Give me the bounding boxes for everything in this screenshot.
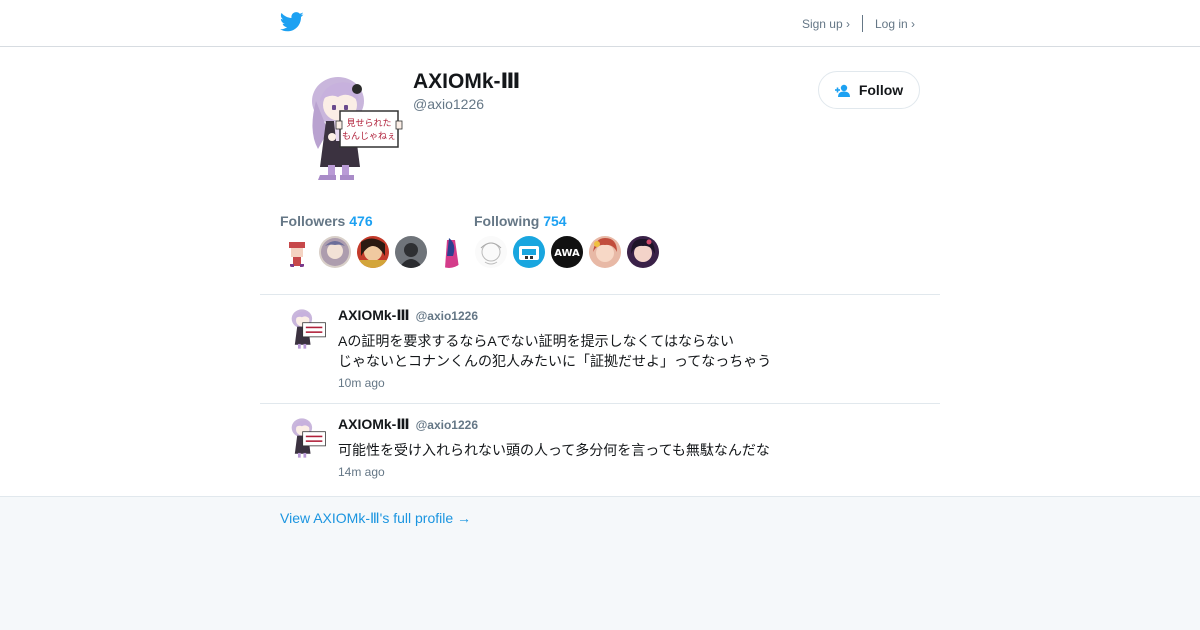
following-avatar[interactable]: AWA	[551, 236, 583, 268]
profile-handle: @axio1226	[413, 96, 485, 112]
tweet-text: 可能性を受け入れられない頭の人って多分何を言っても無駄なんだな	[338, 442, 770, 458]
follow-button[interactable]: Follow	[818, 71, 920, 109]
tweet-author-handle: @axio1226	[415, 418, 478, 432]
divider	[861, 15, 863, 32]
tweet[interactable]: AXIOMk-Ⅲ @axio1226 Aの証明を要求するならAでない証明を提示しな…	[260, 307, 940, 397]
follower-avatar[interactable]	[395, 236, 427, 268]
followers-count[interactable]: Followers 476	[280, 213, 373, 229]
follow-label: Follow	[858, 82, 904, 98]
signup-link[interactable]: Sign up ›	[802, 17, 850, 31]
tweet[interactable]: AXIOMk-Ⅲ @axio1226 可能性を受け入れられない頭の人って多分何を言…	[260, 416, 940, 486]
top-bar: Sign up › Log in ›	[0, 0, 1200, 47]
profile-card: 見せられた もんじゃねぇ AXIOMk-Ⅲ @axio1226 Follow F…	[0, 47, 1200, 497]
svg-text:見せられた: 見せられた	[346, 118, 391, 129]
svg-text:もんじゃねぇ: もんじゃねぇ	[342, 131, 396, 142]
profile-avatar[interactable]: 見せられた もんじゃねぇ	[298, 71, 404, 183]
followers-avatars	[281, 236, 465, 268]
tweet-timestamp[interactable]: 14m ago	[338, 465, 385, 479]
tweet-timestamp[interactable]: 10m ago	[338, 376, 385, 390]
add-user-icon	[834, 84, 850, 97]
tweet-text: Aの証明を要求するならAでない証明を提示しなくてはならない じゃないとコナンくん…	[338, 333, 772, 369]
following-number: 754	[543, 213, 567, 229]
follower-avatar[interactable]	[281, 236, 313, 268]
follower-avatar[interactable]	[319, 236, 351, 268]
twitter-bird-icon[interactable]	[280, 11, 304, 33]
profile-name: AXIOMk-Ⅲ	[413, 70, 521, 93]
tweet-author: AXIOMk-Ⅲ @axio1226	[338, 307, 478, 324]
following-avatar[interactable]	[475, 236, 507, 268]
following-count[interactable]: Following 754	[474, 213, 567, 229]
divider	[260, 294, 940, 295]
following-avatar[interactable]	[589, 236, 621, 268]
followers-number: 476	[349, 213, 373, 229]
login-link[interactable]: Log in ›	[875, 17, 915, 31]
tweet-author-name: AXIOMk-Ⅲ	[338, 416, 410, 432]
following-avatar[interactable]	[627, 236, 659, 268]
follower-avatar[interactable]	[433, 236, 465, 268]
divider	[260, 403, 940, 404]
follower-avatar[interactable]	[357, 236, 389, 268]
following-avatar[interactable]	[513, 236, 545, 268]
following-label: Following	[474, 213, 540, 229]
tweet-avatar[interactable]	[286, 416, 328, 460]
tweet-author: AXIOMk-Ⅲ @axio1226	[338, 416, 478, 433]
followers-label: Followers	[280, 213, 346, 229]
tweet-avatar[interactable]	[286, 307, 328, 351]
following-avatars: AWA	[475, 236, 659, 268]
full-profile-link[interactable]: View AXIOMk-Ⅲ's full profile →	[280, 510, 471, 527]
tweet-author-handle: @axio1226	[415, 309, 478, 323]
tweet-author-name: AXIOMk-Ⅲ	[338, 307, 410, 323]
auth-links: Sign up › Log in ›	[802, 15, 915, 32]
svg-text:AWA: AWA	[554, 248, 580, 259]
